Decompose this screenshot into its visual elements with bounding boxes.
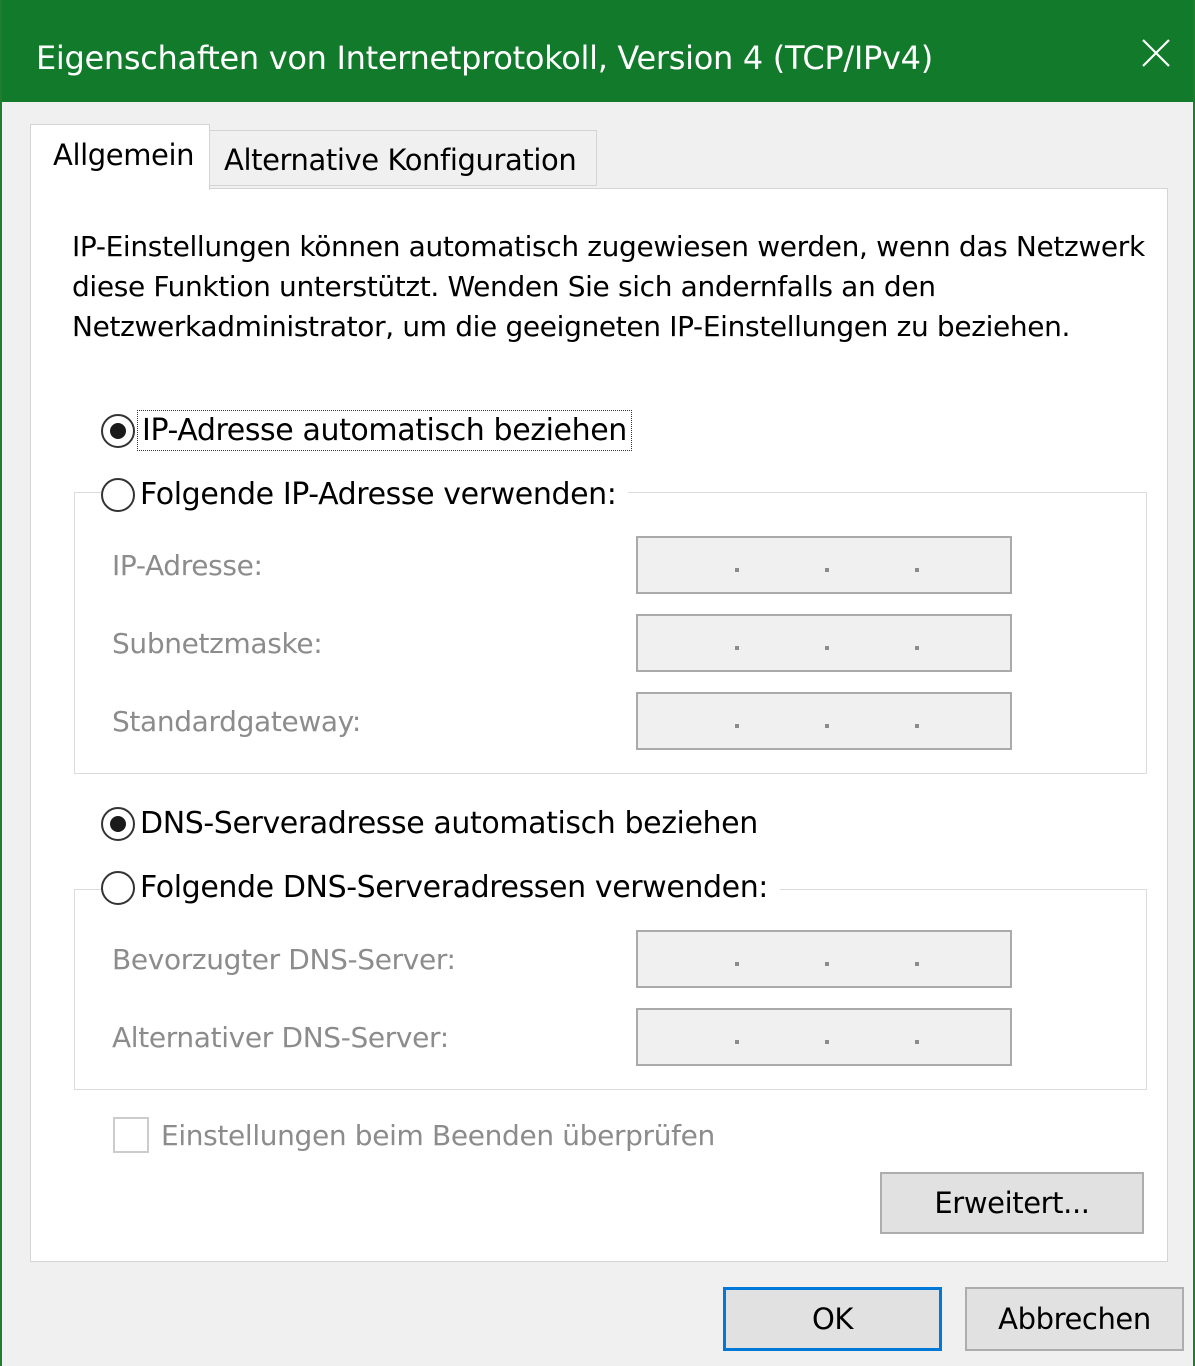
- radio-ip-manual[interactable]: Folgende IP-Adresse verwenden:: [101, 477, 629, 512]
- radio-dns-manual-label: Folgende DNS-Serveradressen verwenden:: [140, 870, 769, 905]
- default-gateway-field[interactable]: [636, 692, 1012, 750]
- ip-separator: [735, 568, 739, 572]
- radio-button-unchecked[interactable]: [101, 477, 135, 512]
- validate-settings-label: Einstellungen beim Beenden überprüfen: [161, 1118, 715, 1152]
- radio-ip-manual-label: Folgende IP-Adresse verwenden:: [140, 477, 617, 512]
- dialog-window: Eigenschaften von Internetprotokoll, Ver…: [0, 0, 1195, 1366]
- ip-separator: [825, 1040, 829, 1044]
- dns-manual-groupbox: Bevorzugter DNS-Server: Alternativer DNS…: [74, 889, 1147, 1090]
- radio-dns-automatic[interactable]: DNS-Serveradresse automatisch beziehen: [101, 806, 758, 841]
- radio-button-checked[interactable]: [101, 413, 135, 448]
- ip-separator: [825, 568, 829, 572]
- cancel-button[interactable]: Abbrechen: [965, 1287, 1184, 1351]
- ip-separator: [825, 962, 829, 966]
- alternate-dns-field[interactable]: [636, 1008, 1012, 1066]
- advanced-button[interactable]: Erweitert...: [880, 1172, 1144, 1234]
- validate-settings-checkbox[interactable]: Einstellungen beim Beenden überprüfen: [113, 1117, 715, 1153]
- radio-button-unchecked[interactable]: [101, 870, 135, 905]
- ip-separator: [735, 646, 739, 650]
- ip-manual-groupbox: IP-Adresse: Subnetzmaske: Standardgatewa…: [74, 492, 1147, 774]
- radio-button-checked[interactable]: [101, 806, 135, 841]
- ip-separator: [915, 1040, 919, 1044]
- ip-address-field[interactable]: [636, 536, 1012, 594]
- ip-separator: [915, 962, 919, 966]
- ip-separator: [915, 646, 919, 650]
- subnet-mask-field[interactable]: [636, 614, 1012, 672]
- ip-separator: [735, 724, 739, 728]
- close-icon: [1142, 39, 1170, 67]
- ip-separator: [825, 646, 829, 650]
- ip-separator: [915, 568, 919, 572]
- subnet-mask-label: Subnetzmaske:: [112, 627, 323, 660]
- tab-panel-allgemein: IP-Einstellungen können automatisch zuge…: [30, 188, 1168, 1262]
- radio-ip-automatic[interactable]: IP-Adresse automatisch beziehen: [101, 410, 632, 451]
- preferred-dns-field[interactable]: [636, 930, 1012, 988]
- ip-address-label: IP-Adresse:: [112, 549, 263, 582]
- default-gateway-label: Standardgateway:: [112, 705, 361, 738]
- radio-dns-automatic-label: DNS-Serveradresse automatisch beziehen: [140, 806, 758, 841]
- ip-separator: [825, 724, 829, 728]
- tab-alternative-konfiguration[interactable]: Alternative Konfiguration: [210, 130, 597, 186]
- close-button[interactable]: [1133, 30, 1179, 76]
- preferred-dns-label: Bevorzugter DNS-Server:: [112, 943, 456, 976]
- radio-dns-manual[interactable]: Folgende DNS-Serveradressen verwenden:: [101, 870, 781, 905]
- checkbox-box[interactable]: [113, 1117, 149, 1153]
- title-bar[interactable]: Eigenschaften von Internetprotokoll, Ver…: [2, 0, 1193, 102]
- tab-allgemein[interactable]: Allgemein: [30, 124, 210, 190]
- radio-ip-automatic-label: IP-Adresse automatisch beziehen: [137, 410, 632, 451]
- ip-separator: [735, 1040, 739, 1044]
- window-title: Eigenschaften von Internetprotokoll, Ver…: [36, 39, 933, 77]
- ip-separator: [735, 962, 739, 966]
- ok-button[interactable]: OK: [723, 1287, 942, 1351]
- ip-separator: [915, 724, 919, 728]
- alternate-dns-label: Alternativer DNS-Server:: [112, 1021, 449, 1054]
- intro-text: IP-Einstellungen können automatisch zuge…: [72, 230, 1145, 343]
